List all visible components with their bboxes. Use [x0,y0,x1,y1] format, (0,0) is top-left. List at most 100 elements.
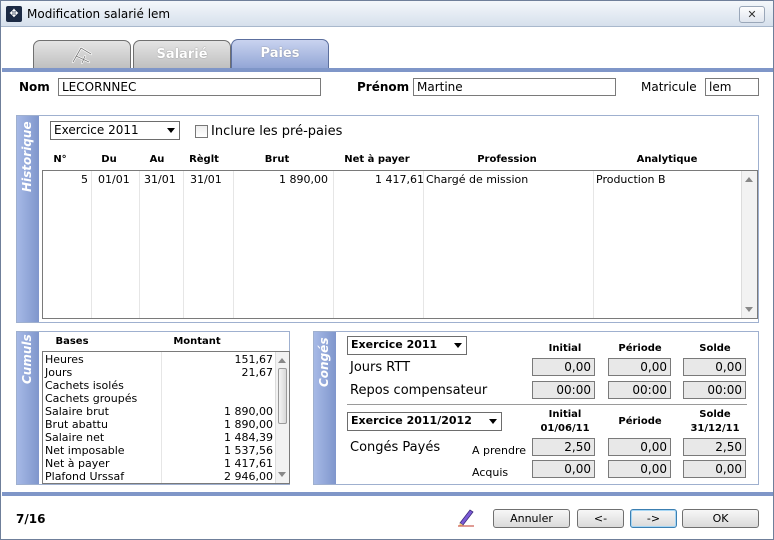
cumul-base: Cachets isolés [45,379,124,392]
tab-paies[interactable]: Paies [231,39,329,70]
cp-exercice-value: Exercice 2011/2012 [351,414,472,427]
scroll-up-icon[interactable] [278,358,286,363]
row-au: 31/01 [144,173,176,186]
nom-field[interactable]: LECORNNEC [58,78,321,96]
list-item[interactable]: Jours 21,67 [43,366,275,379]
cp-periode-header: Période [618,416,662,427]
repos-solde: 00:00 [683,381,746,399]
conges-panel: Congés Exercice 2011 Initial Période Sol… [313,331,759,485]
cumul-base: Jours [45,366,73,379]
aprendre-initial: 2,50 [532,438,595,456]
list-item[interactable]: Salaire brut 1 890,00 [43,405,275,418]
next-button[interactable]: -> [630,509,677,528]
repos-label: Repos compensateur [350,383,488,398]
aprendre-solde: 2,50 [683,438,746,456]
include-prepaies-label: Inclure les pré-paies [211,124,343,139]
col-du: Du [101,154,117,165]
scroll-down-icon[interactable] [745,307,753,312]
annuler-button[interactable]: Annuler [493,509,570,528]
cp-label: Congés Payés [350,440,441,455]
repos-periode: 00:00 [608,381,671,399]
list-item[interactable]: Net à payer 1 417,61 [43,457,275,470]
conges-title: Congés [317,337,331,387]
scroll-thumb[interactable] [278,368,287,424]
repos-initial: 00:00 [532,381,595,399]
pen-icon[interactable] [456,507,476,527]
exercice-select[interactable]: Exercice 2011 [50,121,180,140]
historique-list[interactable]: 5 01/01 31/01 31/01 1 890,00 1 417,61 Ch… [42,170,758,319]
conges-divider [347,404,747,405]
cumul-montant: 1 890,00 [224,405,273,418]
cumul-base: Salaire brut [45,405,109,418]
row-reglt: 31/01 [190,173,222,186]
cumul-base: Salaire net [45,431,105,444]
cp-solde-header: Solde [699,409,731,420]
row-net: 1 417,61 [375,173,424,186]
row-brut: 1 890,00 [279,173,328,186]
rtt-periode: 0,00 [608,358,671,376]
rtt-label: Jours RTT [350,360,411,375]
col-reglt: Règlt [189,154,219,165]
historique-panel: Historique Exercice 2011 Inclure les pré… [16,115,759,323]
col-net: Net à payer [344,154,410,165]
col-bases: Bases [55,336,89,347]
cumul-montant: 1 417,61 [224,457,273,470]
cumul-montant: 21,67 [241,366,274,379]
chevron-down-icon [167,128,175,133]
cumuls-list[interactable]: Heures 151,67 Jours 21,67 Cachets isolés Cach… [42,351,290,484]
cp-initial-date: 01/06/11 [540,423,590,434]
aprendre-label: A prendre [472,444,527,457]
app-icon: ✥ [6,6,22,22]
ok-button[interactable]: OK [682,509,759,528]
col-au: Au [149,154,165,165]
exercice-value: Exercice 2011 [54,123,139,137]
close-button[interactable]: ✕ [739,6,765,23]
cumuls-scrollbar[interactable] [275,352,289,483]
cumul-base: Cachets groupés [45,392,138,405]
previous-button[interactable]: <- [577,509,624,528]
conges-exercice-select[interactable]: Exercice 2011 [347,336,467,355]
col-brut: Brut [264,154,290,165]
cp-solde-date: 31/12/11 [690,423,740,434]
rtt-initial: 0,00 [532,358,595,376]
nom-label: Nom [19,80,50,94]
prenom-label: Prénom [357,80,410,94]
matricule-field[interactable]: lem [705,78,759,96]
conges-title-bar: Congés [314,332,336,484]
cumul-montant: 1 537,56 [224,444,273,457]
row-profession: Chargé de mission [426,173,529,186]
cumuls-panel: Cumuls Bases Montant Heures 151,67 Jours 21… [16,331,290,485]
table-row[interactable]: 5 01/01 31/01 31/01 1 890,00 1 417,61 Ch… [43,171,742,187]
list-item[interactable]: Cachets isolés [43,379,275,392]
list-item[interactable]: Cachets groupés [43,392,275,405]
scroll-up-icon[interactable] [745,177,753,182]
list-item[interactable]: Salaire net 1 484,39 [43,431,275,444]
prenom-field[interactable]: Martine [413,78,616,96]
cumul-montant: 1 484,39 [224,431,273,444]
cumul-montant: 2 946,00 [224,470,273,483]
list-item[interactable]: Net imposable 1 537,56 [43,444,275,457]
cumul-montant: 151,67 [234,353,274,366]
cumuls-title: Cumuls [20,334,34,384]
list-item[interactable]: Heures 151,67 [43,353,275,366]
cumuls-title-bar: Cumuls [17,332,39,484]
historique-title-bar: Historique [17,116,39,322]
tab-salarie[interactable]: Salarié [133,40,231,70]
list-item[interactable]: Plafond Urssaf 2 946,00 [43,470,275,483]
historique-title: Historique [20,121,34,192]
conges-exercice-value: Exercice 2011 [351,338,438,351]
rtt-solde: 0,00 [683,358,746,376]
chevron-down-icon [454,343,462,348]
cumul-base: Brut abattu [45,418,108,431]
scroll-down-icon[interactable] [278,472,286,477]
title-bar: ✥ Modification salarié lem ✕ [1,1,773,27]
include-prepaies-checkbox[interactable] [195,125,208,138]
historique-scrollbar[interactable] [741,171,757,318]
cp-exercice-select[interactable]: Exercice 2011/2012 [347,412,502,431]
tab-general[interactable] [33,40,131,70]
list-item[interactable]: Brut abattu 1 890,00 [43,418,275,431]
cumul-montant: 1 890,00 [224,418,273,431]
chevron-down-icon [489,419,497,424]
acquis-solde: 0,00 [683,460,746,478]
cumul-base: Net imposable [45,444,125,457]
